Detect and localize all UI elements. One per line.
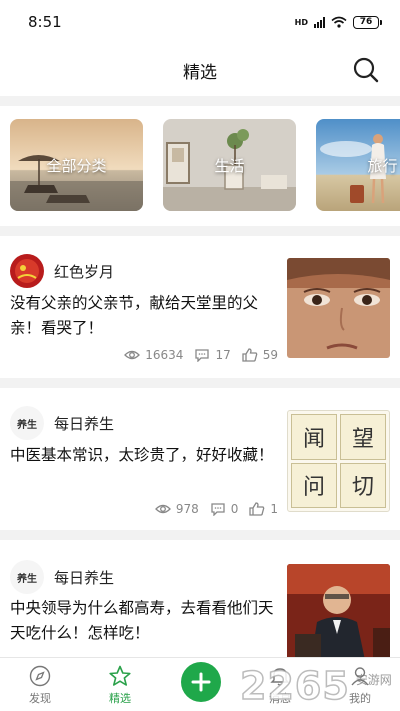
category-label: 生活	[214, 156, 245, 175]
author-name: 每日养生	[54, 568, 115, 587]
thumb-cell: 切	[340, 462, 386, 508]
article-thumbnail[interactable]: 闻 望 问 切	[287, 410, 390, 512]
compass-icon	[29, 665, 51, 687]
article-stats: 16634 17 59	[124, 348, 278, 362]
view-count: 16634	[145, 348, 184, 362]
category-label: 全部分类	[46, 156, 107, 175]
avatar[interactable]: 养生	[10, 406, 44, 440]
article-title[interactable]: 没有父亲的父亲节，献给天堂里的父亲！看哭了！	[10, 291, 280, 341]
plus-icon	[191, 672, 211, 692]
section-divider	[0, 96, 400, 106]
section-divider	[0, 530, 400, 540]
app-header: 精选	[0, 44, 400, 96]
article-title[interactable]: 中央领导为什么都高寿，去看看他们天天吃什么！怎样吃！	[10, 596, 280, 646]
category-card-travel[interactable]: 旅行	[316, 119, 400, 211]
thumb-cell: 问	[291, 462, 337, 508]
avatar[interactable]: 养生	[10, 560, 44, 594]
thumbs-up-icon	[249, 502, 265, 516]
comment-count: 17	[215, 348, 231, 362]
eye-icon	[124, 350, 141, 360]
signal-icon	[314, 16, 325, 28]
battery-level: 76	[353, 15, 379, 29]
thumbs-up-icon	[242, 348, 258, 362]
category-carousel[interactable]: 全部分类 生活 旅行	[0, 106, 400, 226]
status-bar: 8:51 HD 76	[0, 0, 400, 44]
tab-messages[interactable]: 消息	[250, 658, 310, 711]
author-name: 红色岁月	[54, 262, 115, 281]
status-time: 8:51	[28, 13, 62, 31]
comment-icon	[211, 503, 225, 516]
comment-count: 0	[230, 502, 239, 516]
page-title: 精选	[183, 62, 217, 83]
thumb-cell: 望	[340, 414, 386, 460]
search-icon[interactable]	[352, 56, 380, 84]
tab-discover[interactable]: 发现	[10, 658, 70, 711]
like-count: 59	[262, 348, 278, 362]
author-row[interactable]: 养生 每日养生	[10, 560, 114, 594]
bell-icon	[270, 668, 290, 686]
like-count: 1	[270, 502, 278, 516]
tab-label: 消息	[269, 692, 291, 705]
network-type-label: HD	[294, 17, 308, 27]
article-card[interactable]: 养生 每日养生 中医基本常识，太珍贵了，好好收藏！ 978 0 1 闻 望 问 …	[0, 388, 400, 530]
user-icon	[351, 667, 369, 686]
eye-icon	[154, 504, 171, 514]
section-divider	[0, 378, 400, 388]
author-row[interactable]: 养生 每日养生	[10, 406, 114, 440]
comment-icon	[195, 349, 210, 362]
tab-label: 精选	[109, 692, 131, 705]
author-row[interactable]: 红色岁月	[10, 254, 114, 288]
battery-icon: 76	[353, 15, 382, 29]
tab-label: 我的	[349, 692, 371, 705]
article-card[interactable]: 养生 每日养生 中央领导为什么都高寿，去看看他们天天吃什么！怎样吃！	[0, 540, 400, 657]
star-icon	[109, 665, 131, 686]
thumb-cell: 闻	[291, 414, 337, 460]
article-thumbnail[interactable]	[287, 564, 390, 657]
tab-label: 发现	[29, 692, 51, 705]
tab-featured[interactable]: 精选	[90, 658, 150, 711]
avatar[interactable]	[10, 254, 44, 288]
author-name: 每日养生	[54, 414, 115, 433]
article-stats: 978 0 1	[154, 502, 278, 516]
section-divider	[0, 226, 400, 236]
wifi-icon	[331, 16, 347, 28]
category-label: 旅行	[367, 156, 398, 175]
add-button[interactable]	[181, 662, 221, 702]
tab-profile[interactable]: 我的	[330, 658, 390, 711]
category-card-life[interactable]: 生活	[163, 119, 296, 211]
article-title[interactable]: 中医基本常识，太珍贵了，好好收藏！	[10, 443, 280, 468]
status-icons: HD 76	[294, 15, 382, 29]
article-thumbnail[interactable]	[287, 258, 390, 358]
view-count: 978	[175, 502, 199, 516]
article-card[interactable]: 红色岁月 没有父亲的父亲节，献给天堂里的父亲！看哭了！ 16634 17 59	[0, 236, 400, 378]
category-card-all[interactable]: 全部分类	[10, 119, 143, 211]
